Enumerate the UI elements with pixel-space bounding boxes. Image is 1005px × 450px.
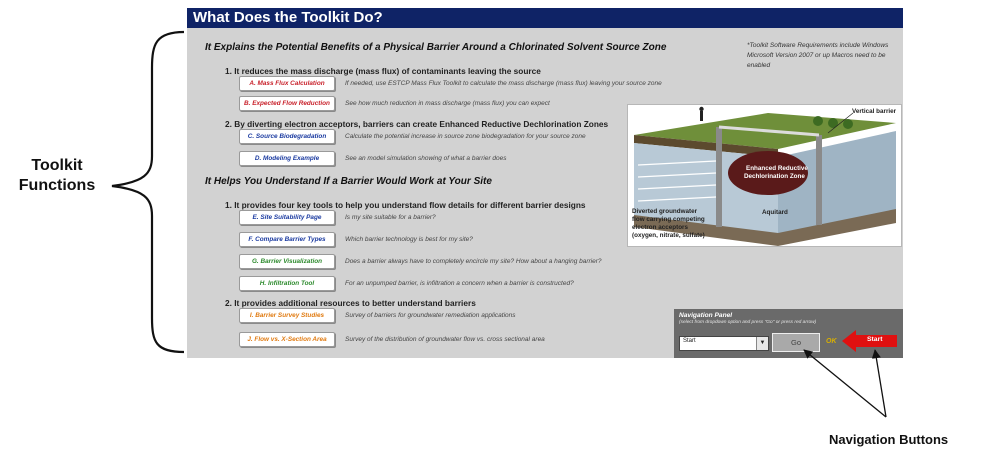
navigation-dropdown-value: Start bbox=[683, 338, 696, 344]
toolkit-brace bbox=[111, 30, 185, 354]
infiltration-tool-button[interactable]: H. Infiltration Tool bbox=[239, 276, 335, 291]
erd-zone-label-line2: Dechlorination Zone bbox=[744, 173, 805, 180]
page-title: What Does the Toolkit Do? bbox=[193, 9, 383, 26]
flow-vs-xsection-button[interactable]: J. Flow vs. X-Section Area bbox=[239, 332, 335, 347]
software-requirements-note: *Toolkit Software Requirements include W… bbox=[747, 42, 889, 69]
barrier-visualization-desc: Does a barrier always have to completely… bbox=[345, 258, 602, 265]
erd-zone-label-line1: Enhanced Reductive bbox=[746, 165, 808, 172]
title-bar: What Does the Toolkit Do? bbox=[187, 8, 903, 28]
dropdown-arrow-icon[interactable]: ▼ bbox=[756, 337, 768, 350]
barrier-survey-studies-button[interactable]: I. Barrier Survey Studies bbox=[239, 308, 335, 323]
toolkit-panel: What Does the Toolkit Do? It Explains th… bbox=[187, 8, 903, 358]
ok-indicator: OK bbox=[826, 338, 837, 345]
diverted-flow-label-line4: (oxygen, nitrate, sulfate) bbox=[632, 232, 705, 239]
diverted-flow-label-line2: flow carrying competing bbox=[632, 216, 705, 223]
barrier-illustration: Vertical barrier Enhanced Reductive Dech… bbox=[627, 104, 902, 247]
mass-flux-calculation-button[interactable]: A. Mass Flux Calculation bbox=[239, 76, 335, 91]
vertical-barrier-label: Vertical barrier bbox=[852, 108, 897, 115]
section1-item2: 2. By diverting electron acceptors, barr… bbox=[225, 119, 609, 129]
section1-item1: 1. It reduces the mass discharge (mass f… bbox=[225, 66, 541, 76]
source-biodegradation-button[interactable]: C. Source Biodegradation bbox=[239, 129, 335, 144]
section1-heading: It Explains the Potential Benefits of a … bbox=[205, 42, 667, 53]
modeling-example-desc: See an model simulation showing of what … bbox=[345, 155, 507, 162]
site-suitability-button[interactable]: E. Site Suitability Page bbox=[239, 210, 335, 225]
start-label: Start bbox=[867, 336, 883, 343]
navigation-pointer-arrows bbox=[803, 349, 887, 418]
diverted-flow-label-line3: electron acceptors bbox=[632, 224, 688, 231]
barrier-survey-studies-desc: Survey of barriers for groundwater remed… bbox=[345, 312, 516, 319]
section2-heading: It Helps You Understand If a Barrier Wou… bbox=[205, 176, 492, 187]
navigation-buttons-label: Navigation Buttons bbox=[829, 432, 949, 447]
flow-vs-xsection-desc: Survey of the distribution of groundwate… bbox=[345, 336, 545, 343]
section2-item1: 1. It provides four key tools to help yo… bbox=[225, 200, 586, 210]
navigation-panel-title: Navigation Panel bbox=[679, 312, 733, 319]
modeling-example-button[interactable]: D. Modeling Example bbox=[239, 151, 335, 166]
barrier-visualization-button[interactable]: G. Barrier Visualization bbox=[239, 254, 335, 269]
toolkit-functions-label: Toolkit Functions bbox=[18, 157, 96, 194]
expected-flow-reduction-button[interactable]: B. Expected Flow Reduction bbox=[239, 96, 335, 111]
expected-flow-reduction-desc: See how much reduction in mass discharge… bbox=[345, 100, 550, 107]
aquitard-label: Aquitard bbox=[762, 209, 788, 216]
compare-barrier-types-button[interactable]: F. Compare Barrier Types bbox=[239, 232, 335, 247]
navigation-panel-hint: (select from dropdown option and press "… bbox=[679, 320, 817, 325]
mass-flux-calculation-desc: If needed, use ESTCP Mass Flux Toolkit t… bbox=[345, 80, 662, 87]
infiltration-tool-desc: For an unpumped barrier, is infiltration… bbox=[345, 280, 574, 287]
compare-barrier-types-desc: Which barrier technology is best for my … bbox=[345, 236, 473, 243]
navigation-dropdown[interactable]: Start ▼ bbox=[679, 336, 769, 351]
source-biodegradation-desc: Calculate the potential increase in sour… bbox=[345, 133, 586, 140]
site-suitability-desc: Is my site suitable for a barrier? bbox=[345, 214, 436, 221]
section2-item2: 2. It provides additional resources to b… bbox=[225, 298, 476, 308]
diverted-flow-label-line1: Diverted groundwater bbox=[632, 208, 698, 215]
